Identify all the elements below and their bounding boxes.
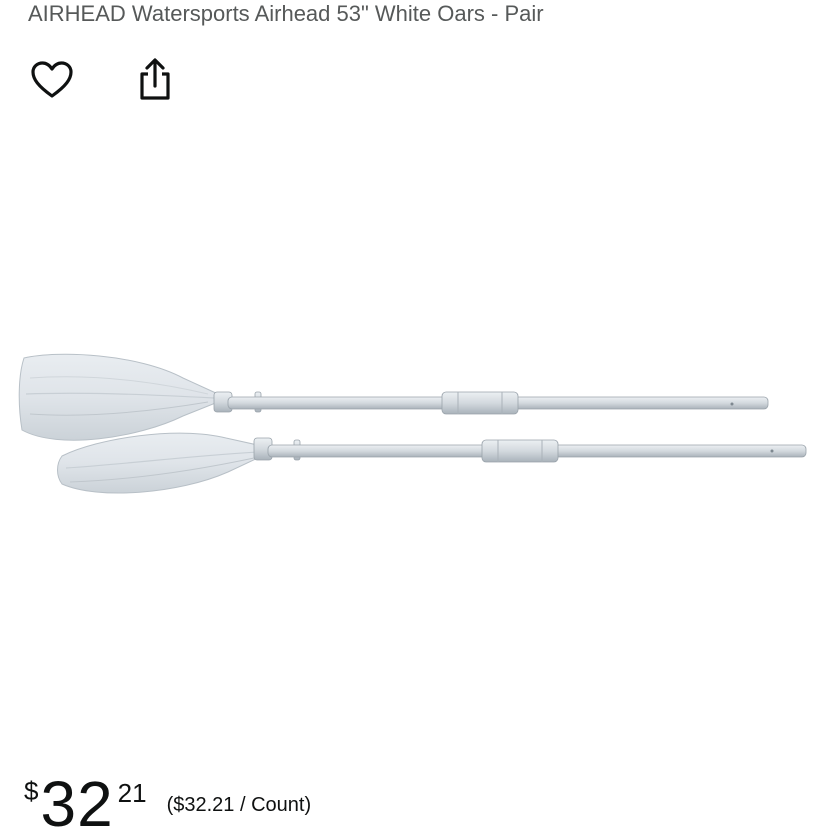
share-button[interactable] bbox=[130, 54, 180, 104]
heart-icon bbox=[31, 61, 73, 98]
price-block: $ 32 21 ($32.21 / Count) bbox=[24, 760, 312, 840]
product-image[interactable] bbox=[18, 346, 810, 502]
white-oars-pair-image bbox=[18, 353, 807, 494]
wishlist-button[interactable] bbox=[28, 56, 76, 104]
unit-price: ($32.21 / Count) bbox=[166, 794, 312, 816]
price-whole: 32 bbox=[40, 768, 114, 840]
product-title: AIRHEAD Watersports Airhead 53" White Oa… bbox=[28, 1, 544, 26]
price-fraction: 21 bbox=[117, 778, 147, 808]
price-currency-symbol: $ bbox=[24, 776, 39, 806]
share-icon bbox=[140, 58, 170, 100]
